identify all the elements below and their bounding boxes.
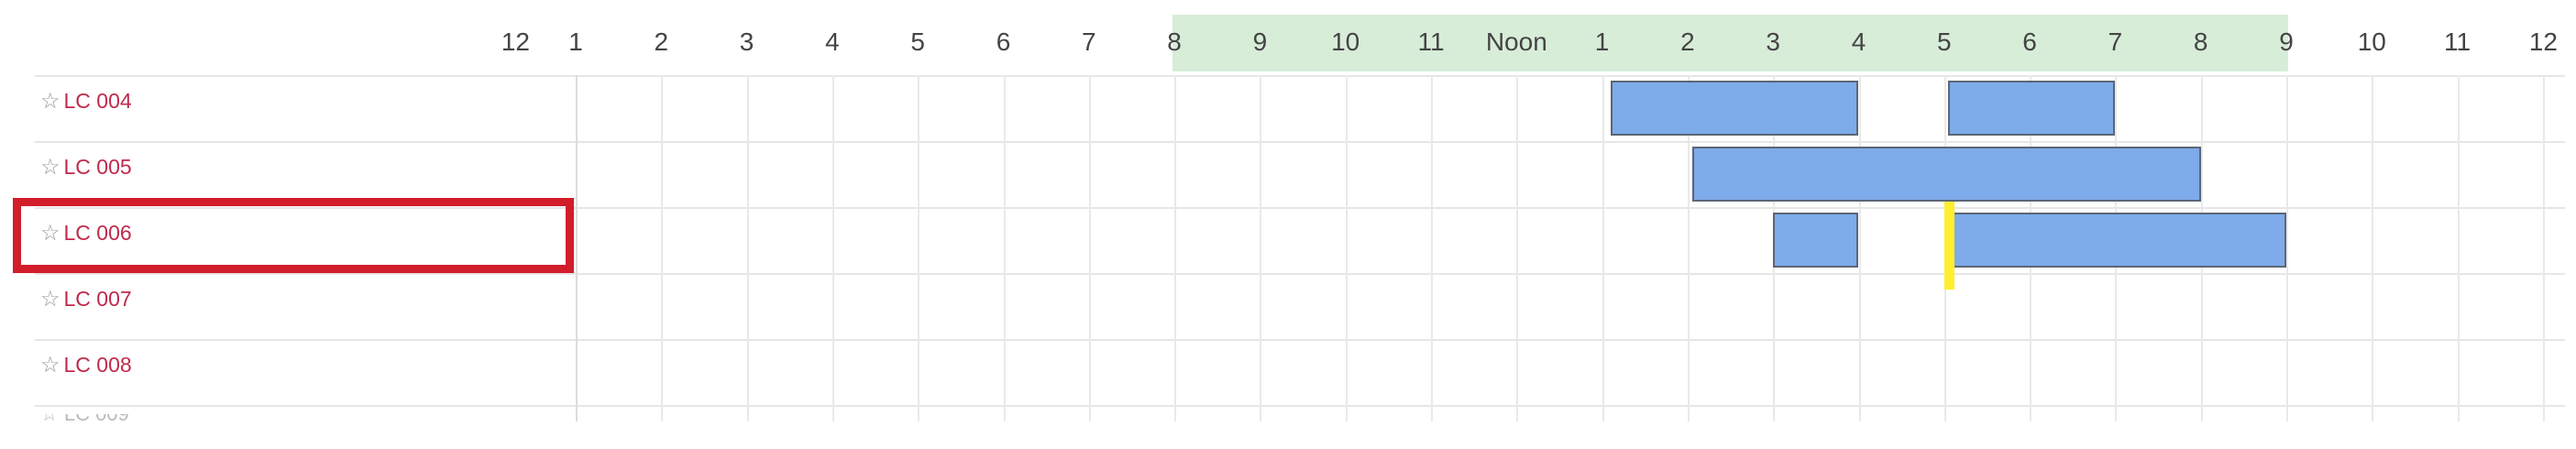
hour-label: 10	[2357, 27, 2386, 56]
room-link[interactable]: ☆ LC 004	[40, 88, 132, 115]
star-icon[interactable]: ☆	[40, 353, 61, 378]
hour-gridline	[1858, 75, 1861, 422]
hour-gridline	[2372, 75, 2374, 422]
room-schedule-grid: 12 1 2 3 4 5 6 7 8 9 10 11 Noon 1 2 3 4 5 6 7 8 9 10 11 12 ☆ LC 0…	[0, 0, 2576, 449]
hour-gridline	[2457, 75, 2460, 422]
hour-gridline	[2542, 75, 2545, 422]
hour-label: 10	[1331, 27, 1360, 56]
current-time-marker	[1944, 202, 1955, 290]
hour-gridline	[1431, 75, 1433, 422]
star-icon[interactable]: ☆	[40, 287, 61, 312]
room-code: LC 007	[63, 287, 132, 311]
booking-block[interactable]	[1953, 213, 2286, 268]
hour-label: 8	[2193, 27, 2208, 56]
booking-block[interactable]	[1948, 81, 2116, 136]
room-code: LC 008	[63, 353, 132, 377]
hour-label: 5	[910, 27, 925, 56]
hour-gridline	[918, 75, 920, 422]
hour-label: 7	[1082, 27, 1096, 56]
hour-label: Noon	[1485, 27, 1547, 56]
hour-gridline	[1602, 75, 1604, 422]
hour-label: 1	[1594, 27, 1610, 56]
hour-gridline	[1088, 75, 1091, 422]
hour-gridline	[1345, 75, 1348, 422]
hour-label: 5	[1937, 27, 1952, 56]
hour-label: 6	[2022, 27, 2037, 56]
row-divider	[35, 339, 2565, 341]
hour-label: 1	[568, 27, 583, 56]
hour-gridline	[576, 75, 578, 422]
hour-label: 4	[825, 27, 840, 56]
hour-label: 9	[1252, 27, 1268, 56]
hour-gridline	[1003, 75, 1006, 422]
room-code: LC 004	[63, 89, 132, 113]
hour-label: 9	[2279, 27, 2294, 56]
star-icon[interactable]: ☆	[40, 89, 61, 114]
hour-label: 11	[1417, 27, 1445, 56]
row-divider	[35, 405, 2565, 407]
hour-label: 11	[2444, 27, 2471, 56]
row-divider	[35, 141, 2565, 143]
hour-label: 12	[2528, 27, 2558, 56]
booking-block[interactable]	[1691, 147, 2201, 202]
room-link[interactable]: ☆ LC 008	[40, 352, 132, 378]
booking-block[interactable]	[1773, 213, 1859, 268]
hour-label: 8	[1167, 27, 1182, 56]
hour-label: 7	[2108, 27, 2123, 56]
hour-gridline	[1260, 75, 1262, 422]
hour-label: 12	[501, 27, 530, 56]
hour-gridline	[746, 75, 749, 422]
hour-label: 2	[654, 27, 669, 56]
room-code: LC 005	[63, 155, 132, 179]
hour-label: 2	[1680, 27, 1695, 56]
partially-visible-row: ☆ LC 009	[40, 414, 129, 423]
hour-label: 3	[1766, 27, 1780, 56]
row-divider	[35, 273, 2565, 275]
hour-label: 4	[1851, 27, 1866, 56]
room-link[interactable]: ☆ LC 007	[40, 286, 132, 312]
star-icon[interactable]: ☆	[40, 155, 61, 180]
booking-block[interactable]	[1610, 81, 1859, 136]
room-link[interactable]: ☆ LC 005	[40, 154, 132, 181]
selected-room-highlight	[13, 198, 574, 273]
hour-label: 6	[996, 27, 1011, 56]
hour-gridline	[1174, 75, 1177, 422]
hour-label: 3	[739, 27, 754, 56]
hour-gridline	[831, 75, 834, 422]
row-divider	[35, 75, 2565, 77]
hour-gridline	[1516, 75, 1519, 422]
hour-gridline	[2286, 75, 2288, 422]
hour-gridline	[661, 75, 664, 422]
